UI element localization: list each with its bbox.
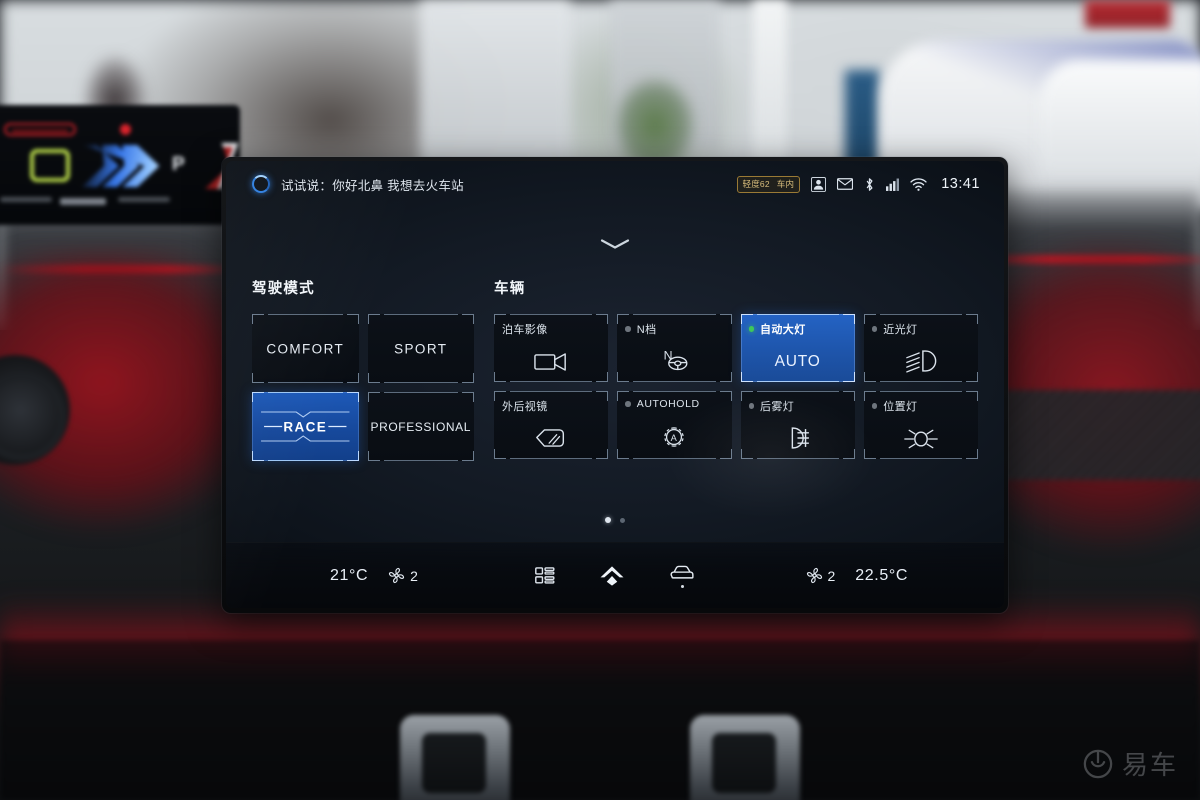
climate-driver-group: 21°C 2 [330,567,418,585]
status-indicator-dot [748,403,754,409]
car-page-dot [680,584,684,588]
drive-mode-label: PROFESSIONAL [370,419,472,434]
vehicle-tile-gear-n[interactable]: N档 N [617,314,732,382]
status-indicator-dot [748,326,754,332]
panel-collapse-handle[interactable] [598,237,632,251]
page-dot-2[interactable] [620,517,625,523]
air-quality-badge[interactable]: 轻度62 车内 [736,175,801,193]
screenshot-scene: P 试试说：你好北鼻 我想去火车站 轻度62 车内 13:41 驾驶模式 COM… [0,0,1200,800]
climate-nav-group [535,564,695,588]
fan-icon [389,567,405,584]
console-button-left [400,715,510,800]
status-indicator-dot [871,403,878,409]
vehicle-tile-label: 泊车影像 [502,324,548,336]
svg-text:A: A [671,433,678,443]
passenger-fan-control[interactable]: 2 [806,567,836,584]
vehicle-section: 车辆 泊车影像 N档 N 自动大灯 AUTO 近光灯 外后视镜 AUTOHOLD… [494,277,978,461]
quick-settings-content: 驾驶模式 COMFORT SPORT RACE PROFESSIONAL 车辆 … [226,277,1004,461]
passenger-temperature[interactable]: 22.5°C [855,567,908,585]
vehicle-tile-label: AUTOHOLD [636,398,700,410]
vehicle-grid: 泊车影像 N档 N 自动大灯 AUTO 近光灯 外后视镜 AUTOHOLD A … [494,314,978,459]
watermark: 易车 [1083,745,1178,782]
drive-mode-comfort[interactable]: COMFORT [252,314,359,383]
page-dot-1[interactable] [605,517,611,523]
bg-building-left [420,0,570,180]
user-profile-icon[interactable] [811,176,827,192]
bg-car-far-right [1040,60,1200,170]
assistant-prompt-text: 试试说：你好北鼻 我想去火车站 [281,178,464,193]
vehicle-tile-label: 近光灯 [883,324,918,336]
driver-fan-control[interactable]: 2 [388,567,418,584]
mail-icon[interactable] [837,178,854,190]
bg-red-sign [1085,0,1170,28]
bluetooth-icon[interactable] [864,177,875,192]
watermark-text: 易车 [1121,750,1178,780]
drive-mode-title: 驾驶模式 [252,281,315,297]
infotainment-screen: 试试说：你好北鼻 我想去火车站 轻度62 车内 13:41 驾驶模式 COMFO… [226,161,1004,608]
drive-mode-race[interactable]: RACE [252,392,359,461]
status-bar: 试试说：你好北鼻 我想去火车站 轻度62 车内 13:41 [226,161,1004,207]
autohold-icon: A [617,424,731,450]
vehicle-tile-rear-fog-light[interactable]: 后雾灯 [740,391,855,459]
drive-mode-label: COMFORT [266,341,345,356]
status-indicator-dot [625,326,631,332]
vehicle-tile-side-mirror[interactable]: 外后视镜 [494,391,609,459]
air-quality-level: 轻度62 [742,179,770,189]
svg-text:N: N [664,349,673,363]
drive-mode-label: RACE [283,419,328,434]
vehicle-tile-low-beam[interactable]: 近光灯 [863,314,978,382]
vehicle-tile-autohold[interactable]: AUTOHOLD A [617,391,732,459]
parking-camera-icon [494,351,608,373]
center-console [0,640,1200,800]
status-icons-group: 轻度62 车内 13:41 [736,175,980,193]
position-light-icon [864,428,978,450]
console-button-right [690,715,800,800]
yiche-logo-icon [1083,749,1113,778]
drive-mode-label: SPORT [394,341,448,356]
air-quality-source: 车内 [776,179,795,189]
voice-assistant-area[interactable]: 试试说：你好北鼻 我想去火车站 [252,175,464,194]
status-indicator-dot [871,326,878,332]
drive-mode-section: 驾驶模式 COMFORT SPORT RACE PROFESSIONAL [252,277,474,461]
drive-mode-grid: COMFORT SPORT RACE PROFESSIONAL [252,314,474,461]
car-icon[interactable] [669,564,695,588]
apps-grid-icon[interactable] [535,566,555,585]
cellular-signal-icon[interactable] [886,177,900,191]
carbon-trim-right [980,390,1200,480]
steering-wheel-n-icon: N [617,347,731,373]
driver-fan-level: 2 [410,567,418,584]
status-clock: 13:41 [941,176,980,192]
vehicle-tile-label: 外后视镜 [502,401,548,413]
vehicle-tile-auto-headlight[interactable]: 自动大灯 AUTO [740,314,855,382]
climate-bar: 21°C 2 2 22.5°C [226,542,1004,608]
side-mirror-icon [494,426,608,450]
vehicle-tile-value: AUTO [774,353,821,370]
vehicle-tile-label: 后雾灯 [760,401,795,413]
driver-temperature[interactable]: 21°C [330,567,368,585]
status-indicator-dot [625,401,631,407]
home-chevron-icon[interactable] [599,565,625,587]
vehicle-tile-label: N档 [636,324,657,336]
low-beam-icon [864,349,978,373]
drive-mode-professional[interactable]: PROFESSIONAL [367,392,474,461]
rear-fog-light-icon [741,426,855,450]
voice-assistant-ring-icon[interactable] [252,175,270,193]
vehicle-tile-label: 自动大灯 [760,324,806,336]
climate-passenger-group: 2 22.5°C [806,567,909,585]
fan-icon [806,567,822,584]
passenger-fan-level: 2 [827,567,836,584]
vehicle-tile-label: 位置灯 [883,401,918,413]
vehicle-tile-position-light[interactable]: 位置灯 [863,391,978,459]
page-indicator [605,517,625,523]
vehicle-tile-parking-camera[interactable]: 泊车影像 [494,314,609,382]
instrument-cluster: P [0,105,240,225]
vehicle-title: 车辆 [494,281,526,297]
wifi-icon[interactable] [910,177,927,191]
drive-mode-sport[interactable]: SPORT [367,314,474,383]
